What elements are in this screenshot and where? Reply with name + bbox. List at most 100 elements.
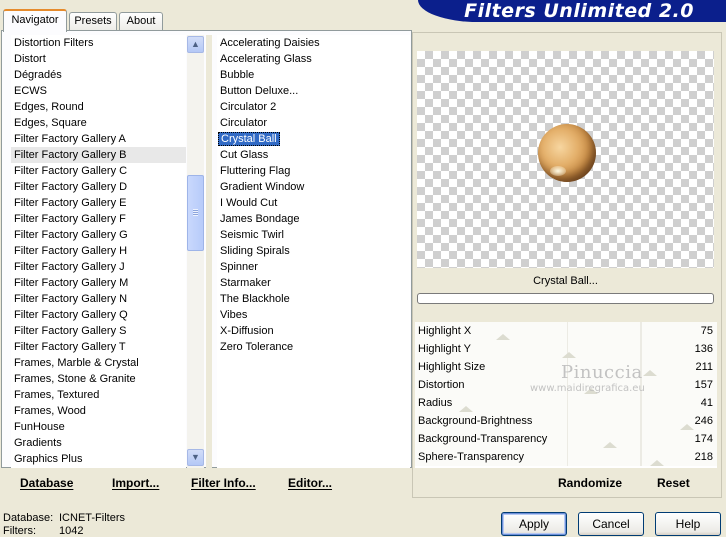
scroll-up-button[interactable]: ▲: [187, 36, 204, 53]
param-slider[interactable]: Sphere-Transparency 218: [415, 448, 717, 466]
param-value: 218: [694, 451, 713, 463]
category-item[interactable]: Graphics Plus: [11, 451, 186, 467]
category-item[interactable]: Filter Factory Gallery A: [11, 131, 186, 147]
scroll-down-button[interactable]: ▼: [187, 449, 204, 466]
filter-list[interactable]: Accelerating Daisies Accelerating Glass Bu…: [217, 35, 410, 468]
filter-item-label: Crystal Ball: [218, 132, 280, 146]
category-item[interactable]: Filter Factory Gallery D: [11, 179, 186, 195]
filters-count-label: Filters:: [3, 525, 36, 537]
category-item[interactable]: Frames, Marble & Crystal: [11, 355, 186, 371]
slider-divider: [641, 448, 642, 466]
param-label: Background-Transparency: [418, 433, 548, 445]
category-scrollbar[interactable]: ▲ ▼: [187, 35, 204, 468]
filter-item[interactable]: Circulator 2: [217, 99, 410, 115]
param-slider[interactable]: Highlight X 75: [415, 322, 717, 340]
param-slider[interactable]: Highlight Y 136: [415, 340, 717, 358]
filter-item[interactable]: Fluttering Flag: [217, 163, 410, 179]
filter-item[interactable]: Seismic Twirl: [217, 227, 410, 243]
filter-item[interactable]: The Blackhole: [217, 291, 410, 307]
param-value: 136: [694, 343, 713, 355]
category-item[interactable]: Gradients: [11, 435, 186, 451]
database-status-value: ICNET-Filters: [59, 512, 125, 524]
filter-item[interactable]: X-Diffusion: [217, 323, 410, 339]
param-slider[interactable]: Background-Transparency 174: [415, 430, 717, 448]
category-item[interactable]: Edges, Square: [11, 115, 186, 131]
param-value: 157: [694, 379, 713, 391]
category-item[interactable]: Filter Factory Gallery E: [11, 195, 186, 211]
category-item[interactable]: Filter Factory Gallery Q: [11, 307, 186, 323]
filter-item[interactable]: Accelerating Glass: [217, 51, 410, 67]
title-banner: Filters Unlimited 2.0: [418, 0, 726, 22]
chevron-up-icon: ▲: [191, 39, 200, 49]
filter-item[interactable]: Bubble: [217, 67, 410, 83]
category-item[interactable]: Filter Factory Gallery M: [11, 275, 186, 291]
category-item[interactable]: Filter Factory Gallery J: [11, 259, 186, 275]
filter-item[interactable]: Zero Tolerance: [217, 339, 410, 355]
filter-item[interactable]: Gradient Window: [217, 179, 410, 195]
category-item[interactable]: Edges, Round: [11, 99, 186, 115]
param-label: Highlight Size: [418, 361, 486, 373]
category-item[interactable]: Filter Factory Gallery G: [11, 227, 186, 243]
slider-divider: [567, 430, 568, 448]
param-slider[interactable]: Background-Brightness 246: [415, 412, 717, 430]
category-item[interactable]: Distortion Filters: [11, 35, 186, 51]
filter-item[interactable]: James Bondage: [217, 211, 410, 227]
param-label: Highlight Y: [418, 343, 471, 355]
category-item[interactable]: FunHouse: [11, 419, 186, 435]
category-item[interactable]: Distort: [11, 51, 186, 67]
apply-button[interactable]: Apply: [501, 512, 567, 536]
tab-about[interactable]: About: [119, 12, 163, 31]
filter-item[interactable]: I Would Cut: [217, 195, 410, 211]
filters-count-value: 1042: [59, 525, 84, 537]
param-value: 75: [700, 325, 713, 337]
category-item[interactable]: Filter Factory Gallery S: [11, 323, 186, 339]
cancel-button[interactable]: Cancel: [578, 512, 644, 536]
category-item[interactable]: Frames, Stone & Granite: [11, 371, 186, 387]
category-item[interactable]: Filter Factory Gallery B: [11, 147, 186, 163]
param-value: 246: [694, 415, 713, 427]
tab-presets[interactable]: Presets: [69, 12, 117, 31]
category-item[interactable]: Frames, Textured: [11, 387, 186, 403]
filter-info-button[interactable]: Filter Info...: [191, 476, 256, 490]
slider-divider: [641, 412, 642, 430]
slider-divider: [567, 394, 568, 412]
param-slider[interactable]: Radius 41: [415, 394, 717, 412]
param-label: Highlight X: [418, 325, 472, 337]
category-item[interactable]: Dégradés: [11, 67, 186, 83]
slider-divider: [567, 412, 568, 430]
filter-item[interactable]: Crystal Ball: [217, 131, 410, 147]
progress-bar: [417, 293, 714, 304]
help-button[interactable]: Help: [655, 512, 721, 536]
category-item[interactable]: Frames, Wood: [11, 403, 186, 419]
filter-item[interactable]: Spinner: [217, 259, 410, 275]
slider-thumb[interactable]: [650, 460, 664, 466]
filter-item[interactable]: Circulator: [217, 115, 410, 131]
category-item[interactable]: Filter Factory Gallery F: [11, 211, 186, 227]
category-item[interactable]: Filter Factory Gallery N: [11, 291, 186, 307]
randomize-button[interactable]: Randomize: [558, 476, 622, 490]
filter-item[interactable]: Accelerating Daisies: [217, 35, 410, 51]
editor-button[interactable]: Editor...: [288, 476, 332, 490]
database-button[interactable]: Database: [20, 476, 73, 490]
tab-navigator[interactable]: Navigator: [3, 9, 67, 32]
chevron-down-icon: ▼: [191, 452, 200, 462]
filter-name-label: Crystal Ball...: [533, 275, 598, 287]
filter-item[interactable]: Sliding Spirals: [217, 243, 410, 259]
category-item[interactable]: Filter Factory Gallery T: [11, 339, 186, 355]
slider-divider: [567, 322, 568, 340]
scroll-thumb[interactable]: [187, 175, 204, 251]
category-item[interactable]: Filter Factory Gallery H: [11, 243, 186, 259]
slider-divider: [641, 322, 642, 340]
database-status-label: Database:: [3, 512, 54, 524]
list-divider: [206, 35, 212, 468]
reset-button[interactable]: Reset: [657, 476, 690, 490]
filter-item[interactable]: Vibes: [217, 307, 410, 323]
filter-item[interactable]: Button Deluxe...: [217, 83, 410, 99]
category-item[interactable]: Filter Factory Gallery C: [11, 163, 186, 179]
watermark-site: www.maidiregrafica.eu: [530, 383, 645, 394]
filter-item[interactable]: Starmaker: [217, 275, 410, 291]
import-button[interactable]: Import...: [112, 476, 159, 490]
category-item[interactable]: ECWS: [11, 83, 186, 99]
category-list[interactable]: Distortion Filters Distort Dégradés ECWS Edg…: [11, 35, 186, 468]
filter-item[interactable]: Cut Glass: [217, 147, 410, 163]
